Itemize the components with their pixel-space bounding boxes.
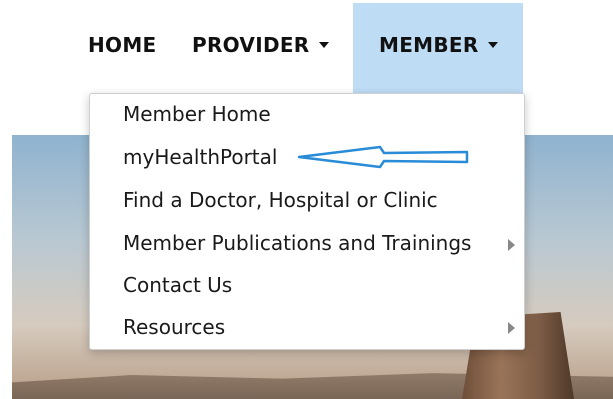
top-navigation: HOME PROVIDER MEMBER bbox=[0, 0, 613, 93]
chevron-down-icon bbox=[318, 41, 329, 48]
menu-item-label: Member Home bbox=[123, 102, 271, 126]
chevron-right-icon bbox=[508, 239, 515, 251]
menu-item-label: Member Publications and Trainings bbox=[123, 231, 472, 255]
nav-provider[interactable]: PROVIDER bbox=[192, 33, 329, 57]
nav-member-label: MEMBER bbox=[379, 33, 479, 57]
menu-item-contact-us[interactable]: Contact Us bbox=[123, 273, 232, 297]
chevron-right-icon bbox=[508, 322, 515, 334]
nav-home[interactable]: HOME bbox=[88, 33, 157, 57]
nav-home-label: HOME bbox=[88, 33, 157, 57]
member-dropdown-menu: Member Home myHealthPortal Find a Doctor… bbox=[89, 93, 525, 350]
menu-item-label: Find a Doctor, Hospital or Clinic bbox=[123, 188, 438, 212]
menu-item-member-publications[interactable]: Member Publications and Trainings bbox=[123, 231, 471, 255]
nav-provider-label: PROVIDER bbox=[192, 33, 310, 57]
menu-item-find-a-doctor[interactable]: Find a Doctor, Hospital or Clinic bbox=[123, 188, 438, 212]
chevron-down-icon bbox=[487, 41, 498, 48]
menu-item-label: myHealthPortal bbox=[123, 145, 278, 169]
menu-item-member-home[interactable]: Member Home bbox=[123, 102, 271, 126]
arrow-left-icon bbox=[297, 145, 469, 169]
nav-member[interactable]: MEMBER bbox=[379, 33, 498, 57]
menu-item-myhealthportal[interactable]: myHealthPortal bbox=[123, 145, 277, 169]
menu-item-resources[interactable]: Resources bbox=[123, 315, 225, 339]
menu-item-label: Contact Us bbox=[123, 273, 233, 297]
menu-item-label: Resources bbox=[123, 315, 226, 339]
